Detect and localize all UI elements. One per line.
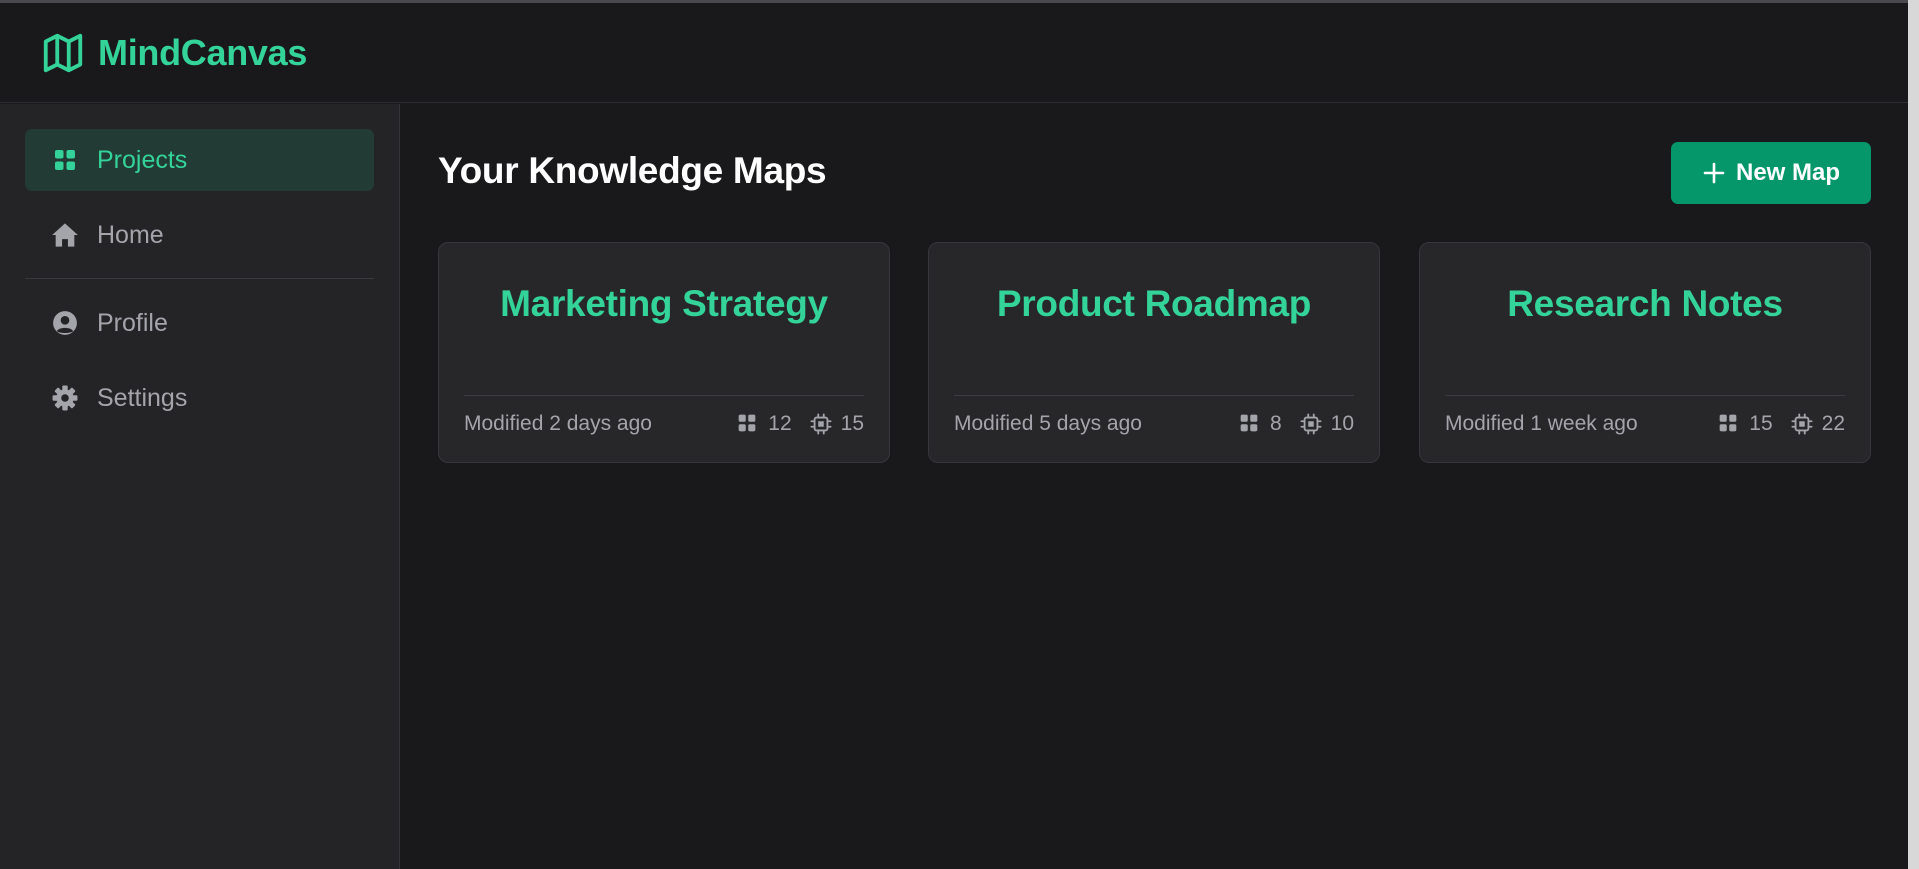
top-bar: MindCanvas: [0, 3, 1908, 103]
sidebar: Projects Home Profile Settings: [0, 104, 400, 869]
connection-count: 15: [810, 412, 864, 436]
node-count: 8: [1239, 412, 1282, 436]
gear-icon: [51, 384, 79, 412]
node-count: 12: [737, 412, 792, 436]
sidebar-item-label: Profile: [97, 308, 168, 337]
node-count-value: 15: [1749, 412, 1773, 435]
home-icon: [51, 221, 79, 249]
plus-icon: [1702, 161, 1726, 185]
sidebar-item-home[interactable]: Home: [25, 204, 374, 266]
node-count-value: 12: [768, 412, 792, 435]
sidebar-divider: [25, 278, 374, 279]
new-map-button[interactable]: New Map: [1671, 142, 1871, 204]
node-count: 15: [1718, 412, 1773, 436]
card-title: Marketing Strategy: [500, 283, 828, 324]
sidebar-item-profile[interactable]: Profile: [25, 292, 374, 354]
nodes-icon: [737, 413, 759, 435]
card-modified: Modified 1 week ago: [1445, 412, 1638, 435]
card-modified: Modified 2 days ago: [464, 412, 652, 435]
chip-icon: [1300, 413, 1322, 435]
logo[interactable]: MindCanvas: [40, 30, 307, 76]
connection-count-value: 22: [1821, 412, 1845, 435]
sidebar-item-label: Settings: [97, 383, 188, 412]
nodes-icon: [1239, 413, 1261, 435]
card-title: Research Notes: [1507, 283, 1783, 324]
grid-icon: [51, 146, 79, 174]
sidebar-item-projects[interactable]: Projects: [25, 129, 374, 191]
card-title: Product Roadmap: [996, 283, 1312, 324]
sidebar-item-label: Projects: [97, 145, 188, 174]
card-footer: Modified 2 days ago 12 15: [464, 408, 864, 440]
card-divider: [464, 395, 864, 396]
card-modified: Modified 5 days ago: [954, 412, 1142, 435]
node-count-value: 8: [1269, 412, 1282, 435]
chip-icon: [1791, 413, 1813, 435]
connection-count: 22: [1791, 412, 1845, 436]
sidebar-item-settings[interactable]: Settings: [25, 367, 374, 429]
nodes-icon: [1718, 413, 1740, 435]
map-card-marketing-strategy[interactable]: Marketing Strategy Modified 2 days ago 1…: [438, 242, 890, 463]
card-divider: [1445, 395, 1845, 396]
user-circle-icon: [51, 309, 79, 337]
card-divider: [954, 395, 1354, 396]
connection-count-value: 10: [1330, 412, 1354, 435]
connection-count: 10: [1300, 412, 1354, 436]
main-content: Your Knowledge Maps New Map Marketing St…: [401, 104, 1908, 869]
map-card-product-roadmap[interactable]: Product Roadmap Modified 5 days ago 8 10: [928, 242, 1380, 463]
new-map-label: New Map: [1735, 159, 1840, 186]
sidebar-item-label: Home: [97, 220, 164, 249]
page-title: Your Knowledge Maps: [438, 150, 827, 191]
connection-count-value: 15: [840, 412, 864, 435]
chip-icon: [810, 413, 832, 435]
card-footer: Modified 1 week ago 15 22: [1445, 408, 1845, 440]
app-window: MindCanvas Projects Home Profile Setting…: [0, 0, 1919, 869]
map-card-research-notes[interactable]: Research Notes Modified 1 week ago 15 22: [1419, 242, 1871, 463]
app-name: MindCanvas: [98, 31, 308, 73]
card-footer: Modified 5 days ago 8 10: [954, 408, 1354, 440]
window-right-edge: [1908, 0, 1919, 869]
map-icon: [40, 30, 86, 76]
